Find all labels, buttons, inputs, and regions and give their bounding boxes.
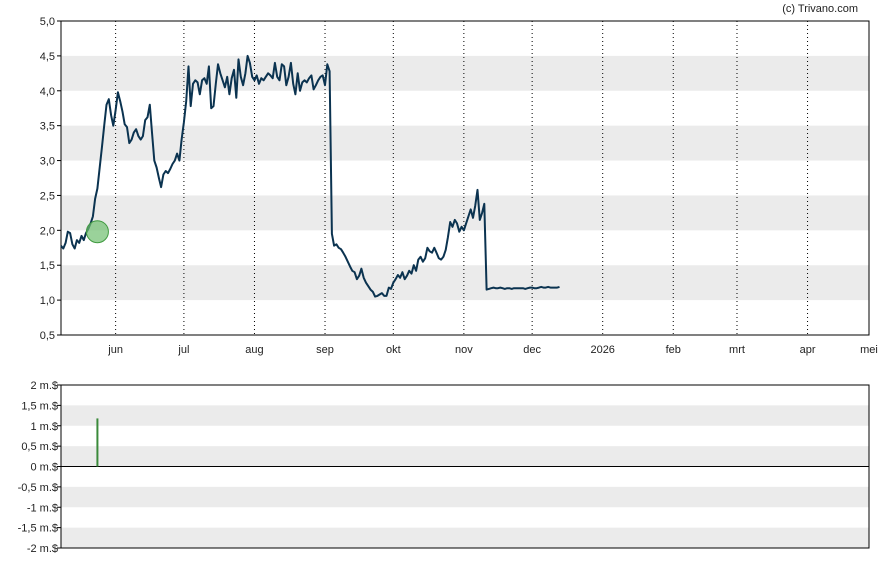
x-tick-label: okt (386, 344, 401, 356)
volume-y-tick-label: -0,5 m.$ (18, 482, 58, 494)
volume-band (61, 405, 869, 426)
x-tick-label: dec (523, 344, 541, 356)
x-tick-label: mrt (729, 344, 745, 356)
volume-y-tick-label: 0,5 m.$ (21, 441, 58, 453)
price-panel: jun jul aug sep okt nov dec 2026 feb mrt apr mei 0,5… (40, 16, 878, 356)
x-tick-label: apr (800, 344, 816, 356)
x-tick-label: jun (107, 344, 123, 356)
y-tick-label: 4,0 (40, 86, 55, 98)
price-band (61, 55, 869, 91)
x-tick-label: sep (316, 344, 334, 356)
x-tick-label: jul (177, 344, 189, 356)
y-tick-label: 3,0 (40, 156, 55, 168)
x-tick-label: aug (245, 344, 263, 356)
y-tick-label: 1,0 (40, 295, 55, 307)
volume-y-tick-label: 2 m.$ (30, 380, 58, 392)
x-tick-label: mei (860, 344, 878, 356)
volume-band (61, 486, 869, 508)
y-tick-label: 2,5 (40, 190, 55, 202)
y-tick-label: 3,5 (40, 121, 55, 133)
x-tick-label: feb (666, 344, 681, 356)
volume-band (61, 446, 869, 467)
volume-y-tick-label: -1,5 m.$ (18, 523, 58, 535)
stock-chart: jun jul aug sep okt nov dec 2026 feb mrt apr mei 0,5… (18, 3, 878, 555)
volume-panel: -2 m.$ -1,5 m.$ -1 m.$ -0,5 m.$ 0 m.$ 0,5 m.$… (18, 380, 870, 555)
x-tick-label: nov (455, 344, 473, 356)
volume-y-tick-label: 1,5 m.$ (21, 400, 58, 412)
volume-band (61, 527, 869, 548)
price-band (61, 265, 869, 301)
y-tick-label: 0,5 (40, 330, 55, 342)
x-tick-label: 2026 (590, 344, 614, 356)
price-line (60, 54, 560, 298)
volume-y-tick-label: -1 m.$ (27, 502, 58, 514)
volume-y-tick-label: 0 m.$ (30, 462, 58, 474)
y-tick-label: 4,5 (40, 51, 55, 63)
y-tick-label: 1,5 (40, 260, 55, 272)
y-tick-label: 5,0 (40, 16, 55, 28)
event-marker (85, 220, 109, 244)
volume-y-tick-label: -2 m.$ (27, 543, 58, 555)
credit-text: (c) Trivano.com (782, 3, 858, 15)
volume-y-tick-label: 1 m.$ (30, 421, 58, 433)
y-tick-label: 2,0 (40, 225, 55, 237)
